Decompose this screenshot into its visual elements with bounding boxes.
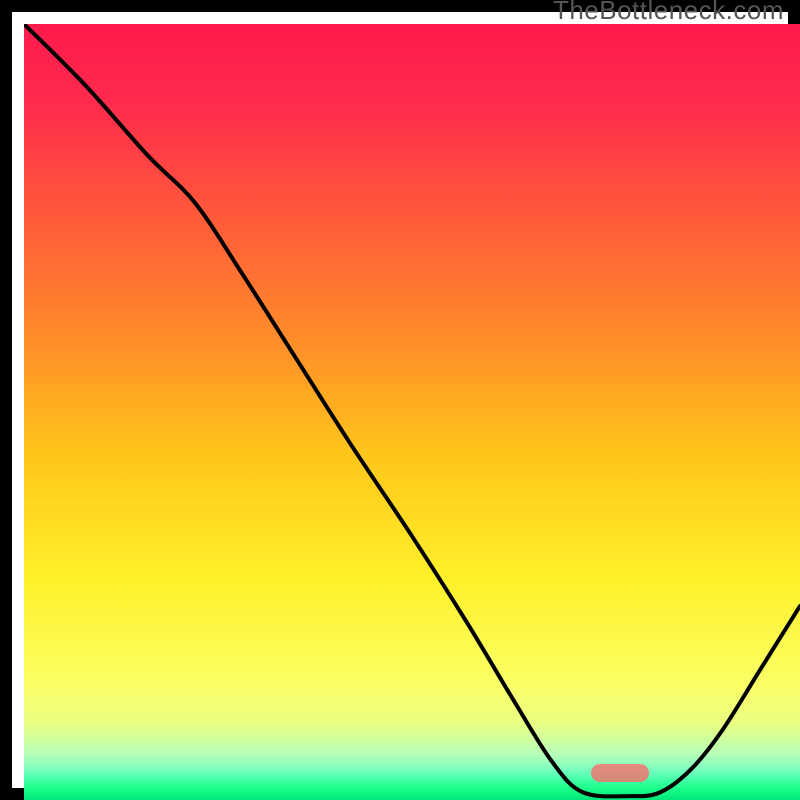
watermark-text: TheBottleneck.com	[553, 0, 784, 26]
chart-frame	[0, 0, 800, 800]
optimal-range-marker	[591, 764, 649, 782]
chart-background-gradient	[24, 24, 800, 800]
